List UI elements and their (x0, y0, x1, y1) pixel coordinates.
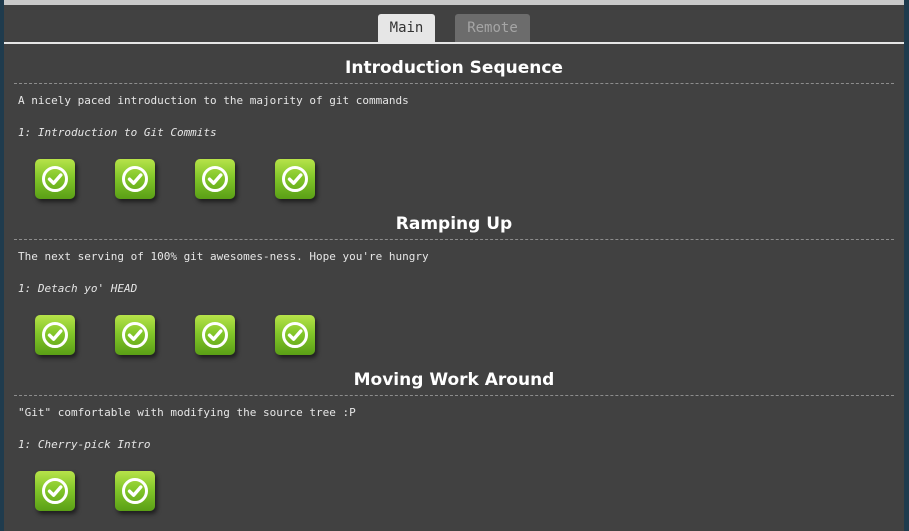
check-circle-icon (42, 166, 68, 192)
sequence-ramping-up: Ramping Up The next serving of 100% git … (14, 200, 894, 356)
sequence-title: Ramping Up (395, 214, 513, 234)
check-circle-icon (122, 166, 148, 192)
tab-bar: Main Remote (4, 14, 904, 42)
check-circle-icon (42, 322, 68, 348)
check-circle-icon (202, 322, 228, 348)
check-circle-icon (122, 322, 148, 348)
level-button[interactable] (275, 315, 315, 355)
level-button[interactable] (275, 159, 315, 199)
tab-main[interactable]: Main (378, 14, 435, 42)
level-name: 1: Cherry-pick Intro (18, 438, 151, 451)
sequence-title: Introduction Sequence (345, 58, 563, 78)
sequence-list: Introduction Sequence A nicely paced int… (14, 44, 894, 512)
tab-remote[interactable]: Remote (455, 14, 530, 42)
check-circle-icon (282, 322, 308, 348)
sequence-introduction: Introduction Sequence A nicely paced int… (14, 44, 894, 200)
sequence-description: "Git" comfortable with modifying the sou… (18, 406, 356, 419)
level-button[interactable] (115, 471, 155, 511)
sequence-description: The next serving of 100% git awesomes-ne… (18, 250, 429, 263)
level-button[interactable] (35, 315, 75, 355)
check-circle-icon (282, 166, 308, 192)
level-button[interactable] (195, 315, 235, 355)
level-button[interactable] (195, 159, 235, 199)
sequence-moving-work-around: Moving Work Around "Git" comfortable wit… (14, 356, 894, 512)
sequence-divider (14, 395, 894, 396)
check-circle-icon (122, 478, 148, 504)
level-name: 1: Detach yo' HEAD (18, 282, 138, 295)
sequence-description: A nicely paced introduction to the major… (18, 94, 409, 107)
level-button[interactable] (35, 471, 75, 511)
level-name: 1: Introduction to Git Commits (18, 126, 217, 139)
sequence-divider (14, 83, 894, 84)
level-button[interactable] (115, 315, 155, 355)
sequence-title: Moving Work Around (353, 370, 555, 390)
check-circle-icon (202, 166, 228, 192)
level-button[interactable] (115, 159, 155, 199)
level-button[interactable] (35, 159, 75, 199)
check-circle-icon (42, 478, 68, 504)
sequence-divider (14, 239, 894, 240)
window-top-border (4, 0, 904, 5)
level-select-dialog: Main Remote Introduction Sequence A nice… (4, 0, 904, 531)
